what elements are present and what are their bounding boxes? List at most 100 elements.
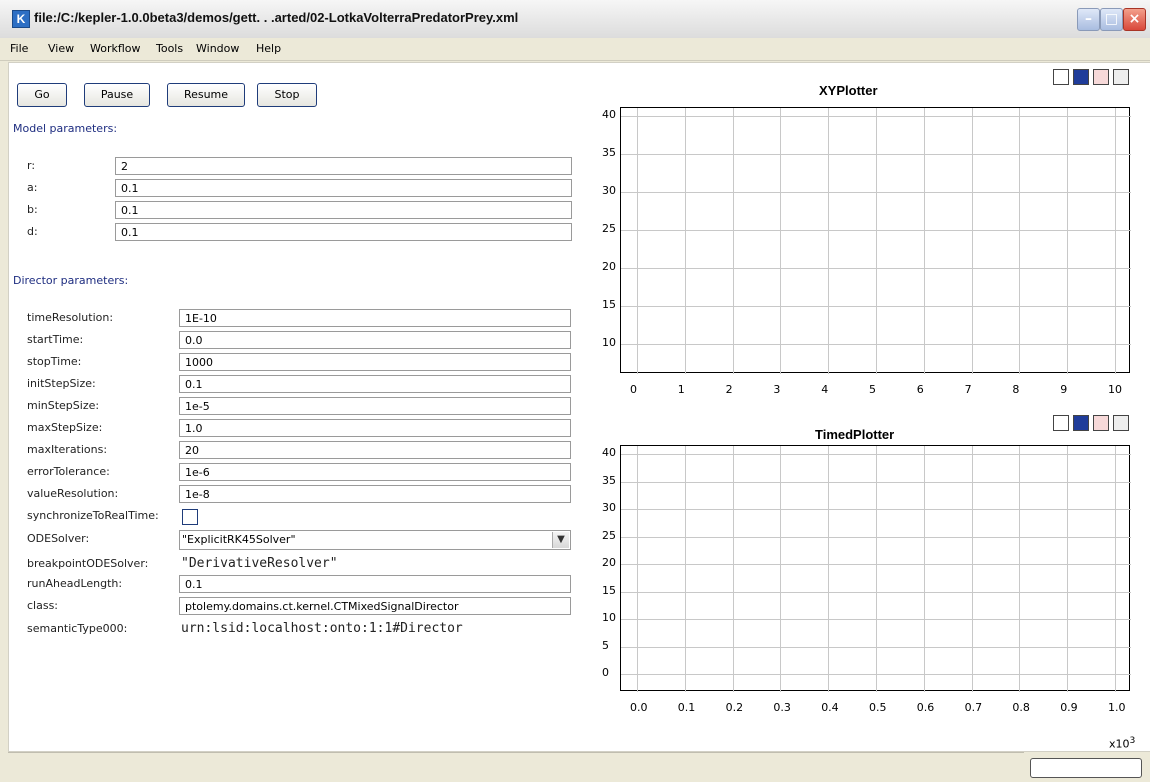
xyplotter-x-tick-label: 6: [916, 383, 924, 396]
close-button[interactable]: ×: [1123, 8, 1146, 31]
menu-help[interactable]: Help: [256, 42, 281, 55]
param-valueresolution-field[interactable]: 1e-8: [179, 485, 571, 503]
timedplotter-x-tick-label: 0.7: [964, 701, 983, 714]
param-b-field[interactable]: 0.1: [115, 201, 572, 219]
xyplotter-title: XYPlotter: [819, 83, 878, 98]
param-d-field[interactable]: 0.1: [115, 223, 572, 241]
param-starttime-label: startTime:: [27, 333, 84, 346]
timedplotter-x-tick-label: 0.4: [821, 701, 839, 714]
timedplotter-gridline-v: [1019, 446, 1021, 692]
runahead-label: runAheadLength:: [27, 577, 123, 590]
timedplotter-gridline-h: [621, 674, 1131, 675]
maximize-button[interactable]: □: [1100, 8, 1123, 31]
timedplotter-title: TimedPlotter: [815, 427, 895, 442]
reset-axes-icon[interactable]: [1073, 415, 1089, 431]
timedplotter-x-tick-label: 0.8: [1012, 701, 1030, 714]
param-maxiterations-label: maxIterations:: [27, 443, 108, 456]
param-maxstepsize-field[interactable]: 1.0: [179, 419, 571, 437]
menu-file[interactable]: File: [10, 42, 28, 55]
param-maxstepsize-label: maxStepSize:: [27, 421, 103, 434]
xyplotter-gridline-v: [1019, 108, 1021, 374]
timedplotter-gridline-h: [621, 646, 1131, 648]
odesolver-select[interactable]: "ExplicitRK45Solver" ▼: [179, 530, 571, 550]
timedplotter-x-tick-label: 0.1: [677, 701, 696, 714]
param-initstepsize-field[interactable]: 0.1: [179, 375, 571, 393]
xyplotter-x-tick-label: 7: [964, 383, 972, 396]
param-timeresolution-field[interactable]: 1E-10: [179, 309, 571, 327]
x-axis-exponent-base: x10: [1109, 737, 1130, 751]
param-r-label: r:: [27, 159, 36, 172]
minimize-button[interactable]: –: [1077, 8, 1100, 31]
xyplotter-gridline-v: [828, 108, 830, 374]
timedplotter-y-tick-label: 40: [602, 446, 616, 459]
runahead-field[interactable]: 0.1: [179, 575, 571, 593]
param-minstepsize-field[interactable]: 1e-5: [179, 397, 571, 415]
param-timeresolution-label: timeResolution:: [27, 311, 114, 324]
xyplotter-gridline-v: [1115, 108, 1116, 374]
xyplotter-y-tick-label: 20: [602, 260, 616, 273]
pause-button[interactable]: Pause: [84, 83, 150, 107]
print-icon[interactable]: [1053, 69, 1069, 85]
timedplotter-y-tick-label: 0: [602, 666, 609, 679]
menu-tools[interactable]: Tools: [156, 42, 183, 55]
timedplotter-gridline-v: [971, 446, 973, 692]
sync-realtime-checkbox[interactable]: [182, 509, 198, 525]
menu-window[interactable]: Window: [196, 42, 239, 55]
timedplotter-y-tick-label: 25: [602, 528, 616, 542]
param-a-field[interactable]: 0.1: [115, 179, 572, 197]
class-field[interactable]: ptolemy.domains.ct.kernel.CTMixedSignalD…: [179, 597, 571, 615]
xyplotter-plot-area: [620, 107, 1131, 374]
xyplotter-gridline-h: [621, 154, 1131, 155]
format-icon[interactable]: [1093, 69, 1109, 85]
timedplotter-x-tick-label: 0.0: [630, 701, 648, 714]
param-starttime-field[interactable]: 0.0: [179, 331, 571, 349]
reset-axes-icon[interactable]: [1073, 69, 1089, 85]
xyplotter-x-tick-label: 9: [1060, 383, 1068, 396]
timedplotter-gridline-v: [828, 446, 830, 692]
param-maxiterations-field[interactable]: 20: [179, 441, 571, 459]
timedplotter-gridline-h: [621, 454, 1131, 455]
chevron-down-icon[interactable]: ▼: [552, 532, 569, 548]
resume-button[interactable]: Resume: [167, 83, 245, 107]
menu-view[interactable]: View: [48, 42, 74, 55]
xyplotter-y-tick-label: 30: [602, 184, 616, 197]
param-initstepsize-label: initStepSize:: [27, 377, 96, 390]
timedplotter-y-tick-label: 5: [602, 638, 609, 652]
xyplotter-gridline-h: [621, 192, 1131, 193]
timedplotter-x-tick-label: 0.6: [916, 701, 935, 714]
x-axis-exponent: x103: [1109, 735, 1135, 751]
xyplotter-gridline-h: [621, 116, 1131, 117]
timedplotter-plot-area: [620, 445, 1131, 692]
stop-button[interactable]: Stop: [257, 83, 317, 107]
param-r-field[interactable]: 2: [115, 157, 572, 175]
breakpoint-solver-label: breakpointODESolver:: [27, 557, 149, 570]
timedplotter-y-tick-label: 20: [602, 556, 616, 569]
xyplotter-gridline-h: [621, 344, 1131, 345]
xyplotter-gridline-h: [621, 268, 1131, 269]
xyplotter-y-tick-label: 15: [602, 298, 616, 311]
print-icon[interactable]: [1053, 415, 1069, 431]
kepler-app-icon: K: [12, 10, 30, 28]
menu-workflow[interactable]: Workflow: [90, 42, 141, 55]
model-parameters-heading: Model parameters:: [13, 122, 118, 135]
timedplotter-gridline-h: [621, 619, 1131, 620]
xyplotter-x-tick-label: 0: [630, 383, 637, 396]
timedplotter-gridline-h: [621, 564, 1131, 565]
timedplotter-gridline-v: [732, 446, 734, 692]
param-b-label: b:: [27, 203, 38, 216]
timedplotter-gridline-h: [621, 591, 1131, 593]
format-icon[interactable]: [1093, 415, 1109, 431]
xyplotter-x-tick-label: 4: [821, 383, 829, 396]
xyplotter-gridline-h: [621, 230, 1131, 231]
param-stoptime-field[interactable]: 1000: [179, 353, 571, 371]
fill-icon[interactable]: [1113, 69, 1129, 85]
timedplotter-x-tick-label: 0.9: [1060, 701, 1078, 714]
param-errortolerance-field[interactable]: 1e-6: [179, 463, 571, 481]
xyplotter-y-tick-label: 35: [602, 146, 616, 159]
timedplotter-gridline-v: [1067, 446, 1069, 692]
xyplotter-gridline-v: [684, 108, 686, 374]
go-button[interactable]: Go: [17, 83, 67, 107]
sync-realtime-label: synchronizeToRealTime:: [27, 509, 159, 522]
fill-icon[interactable]: [1113, 415, 1129, 431]
maximize-icon: □: [1104, 11, 1119, 27]
